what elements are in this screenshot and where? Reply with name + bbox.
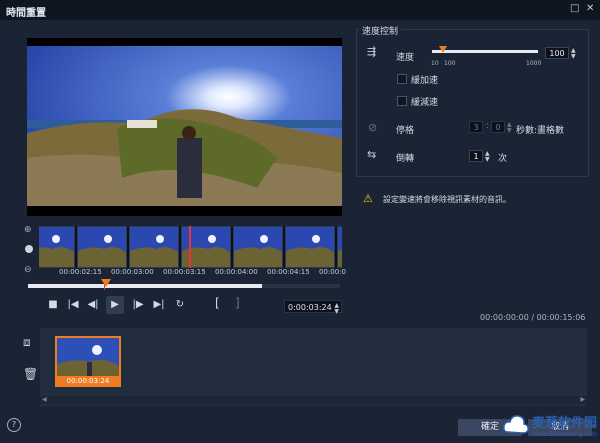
restore-icon[interactable]: □ <box>570 3 579 14</box>
speed-spinner-icon[interactable]: ▲ ▼ <box>571 48 576 60</box>
speed-label: 速度 <box>396 53 415 63</box>
freeze-frames-input[interactable]: 3 <box>469 121 483 133</box>
filmstrip-frame <box>129 226 179 268</box>
freeze-label: 停格 <box>396 126 415 136</box>
filmstrip-frame <box>233 226 283 268</box>
filmstrip-frame <box>337 226 342 268</box>
filmstrip-frame <box>77 226 127 268</box>
scroll-left-icon[interactable]: ◀ <box>42 396 47 403</box>
reverse-count-input[interactable]: 1 <box>469 150 483 162</box>
scrub-handle[interactable] <box>101 279 111 287</box>
freeze-spinner-icon[interactable]: ▲ ▼ <box>507 122 512 134</box>
timecode-spinner-icon[interactable]: ▲ ▼ <box>334 303 339 315</box>
close-icon[interactable]: ✕ <box>586 3 594 14</box>
zoom-slider-handle[interactable] <box>25 245 33 253</box>
scroll-right-icon[interactable]: ▶ <box>580 396 585 403</box>
timecode-tick: 00:00:02:15 <box>59 268 102 276</box>
watermark-main: 麦葱软件园 <box>532 416 598 431</box>
timecode-tick: 00:00:03:00 <box>111 268 154 276</box>
go-to-end-button[interactable]: ▶| <box>150 296 168 314</box>
freeze-unit-label: 秒數:畫格數 <box>516 126 565 136</box>
freeze-separator: : <box>486 121 490 131</box>
zoom-in-icon[interactable]: ⊕ <box>24 225 32 235</box>
timecode-tick: 00:00:03:15 <box>163 268 206 276</box>
in-out-range <box>28 284 262 288</box>
speed-tick-mid: 100 <box>444 60 456 67</box>
preview-image <box>27 38 342 216</box>
duration-display: 00:00:00:00 / 00:00:15:06 <box>480 313 586 322</box>
filmstrip-frame <box>39 226 75 268</box>
freeze-seconds-input[interactable]: 0 <box>491 121 505 133</box>
watermark-logo <box>503 415 529 434</box>
reverse-icon: ⇆ <box>367 148 377 161</box>
next-frame-button[interactable]: |▶ <box>129 296 147 314</box>
split-clip-icon[interactable]: ⧈ <box>23 335 31 350</box>
title-bar: 時間重置 □ ✕ <box>0 0 600 20</box>
watermark: 麦葱软件园 www.52maicong.com <box>500 410 600 443</box>
video-preview[interactable] <box>27 38 342 216</box>
reverse-spinner-icon[interactable]: ▲ ▼ <box>485 151 490 163</box>
freeze-icon: ⊘ <box>368 121 378 134</box>
window-title: 時間重置 <box>6 8 46 19</box>
scrub-bar[interactable] <box>28 279 340 290</box>
clip-scrollbar[interactable]: ◀ ▶ <box>40 396 587 404</box>
playhead-marker[interactable] <box>189 226 191 268</box>
speed-tick-max: 1000 <box>526 60 542 67</box>
play-button[interactable]: ▶ <box>106 296 124 314</box>
trash-icon[interactable]: 🗑 <box>23 367 38 381</box>
timecode-ruler: 00:00:02:15 00:00:03:00 00:00:03:15 00:00:0… <box>39 268 346 280</box>
timecode-tick: 00:00:04:00 <box>215 268 258 276</box>
speed-tick-min: 10 <box>431 60 439 67</box>
reverse-unit-label: 次 <box>498 154 508 164</box>
zoom-out-icon[interactable]: ⊖ <box>24 265 32 275</box>
running-person-icon: ⇶ <box>367 45 377 58</box>
timeline-filmstrip[interactable] <box>39 226 342 268</box>
repeat-icon[interactable]: ↻ <box>171 296 189 314</box>
clip-duration-label: 00:00:03:24 <box>55 376 121 386</box>
timecode-field[interactable]: 0:00:03:24 ▲ ▼ <box>284 300 342 315</box>
stop-button[interactable]: ■ <box>44 296 62 314</box>
warning-icon: ⚠ <box>363 192 373 205</box>
mark-out-button[interactable]: ] <box>235 296 240 310</box>
speed-slider[interactable] <box>432 46 538 53</box>
mark-in-button[interactable]: [ <box>215 296 220 310</box>
clip-panel <box>40 328 587 406</box>
timecode-tick: 00:00:0 <box>319 268 346 276</box>
ease-out-label: 緩減速 <box>411 98 439 108</box>
warning-text: 設定變速將會移除視訊素材的音訊。 <box>383 195 511 204</box>
ease-in-checkbox[interactable] <box>397 74 407 84</box>
watermark-sub: www.52maicong.com <box>533 431 598 438</box>
speed-control-title: 速度控制 <box>359 24 402 37</box>
reverse-label: 倒轉 <box>396 154 415 164</box>
timecode-tick: 00:00:04:15 <box>267 268 310 276</box>
filmstrip-frame <box>285 226 335 268</box>
speed-slider-handle[interactable] <box>438 46 447 53</box>
previous-frame-button[interactable]: ◀| <box>84 296 102 314</box>
ease-out-checkbox[interactable] <box>397 96 407 106</box>
timecode-value: 0:00:03:24 <box>288 303 332 312</box>
help-button[interactable]: ? <box>7 418 21 432</box>
ease-in-label: 緩加速 <box>411 76 439 86</box>
go-to-start-button[interactable]: |◀ <box>64 296 82 314</box>
speed-input[interactable]: 100 <box>545 47 569 59</box>
zoom-controls: ⊕ ⊖ <box>24 225 36 280</box>
